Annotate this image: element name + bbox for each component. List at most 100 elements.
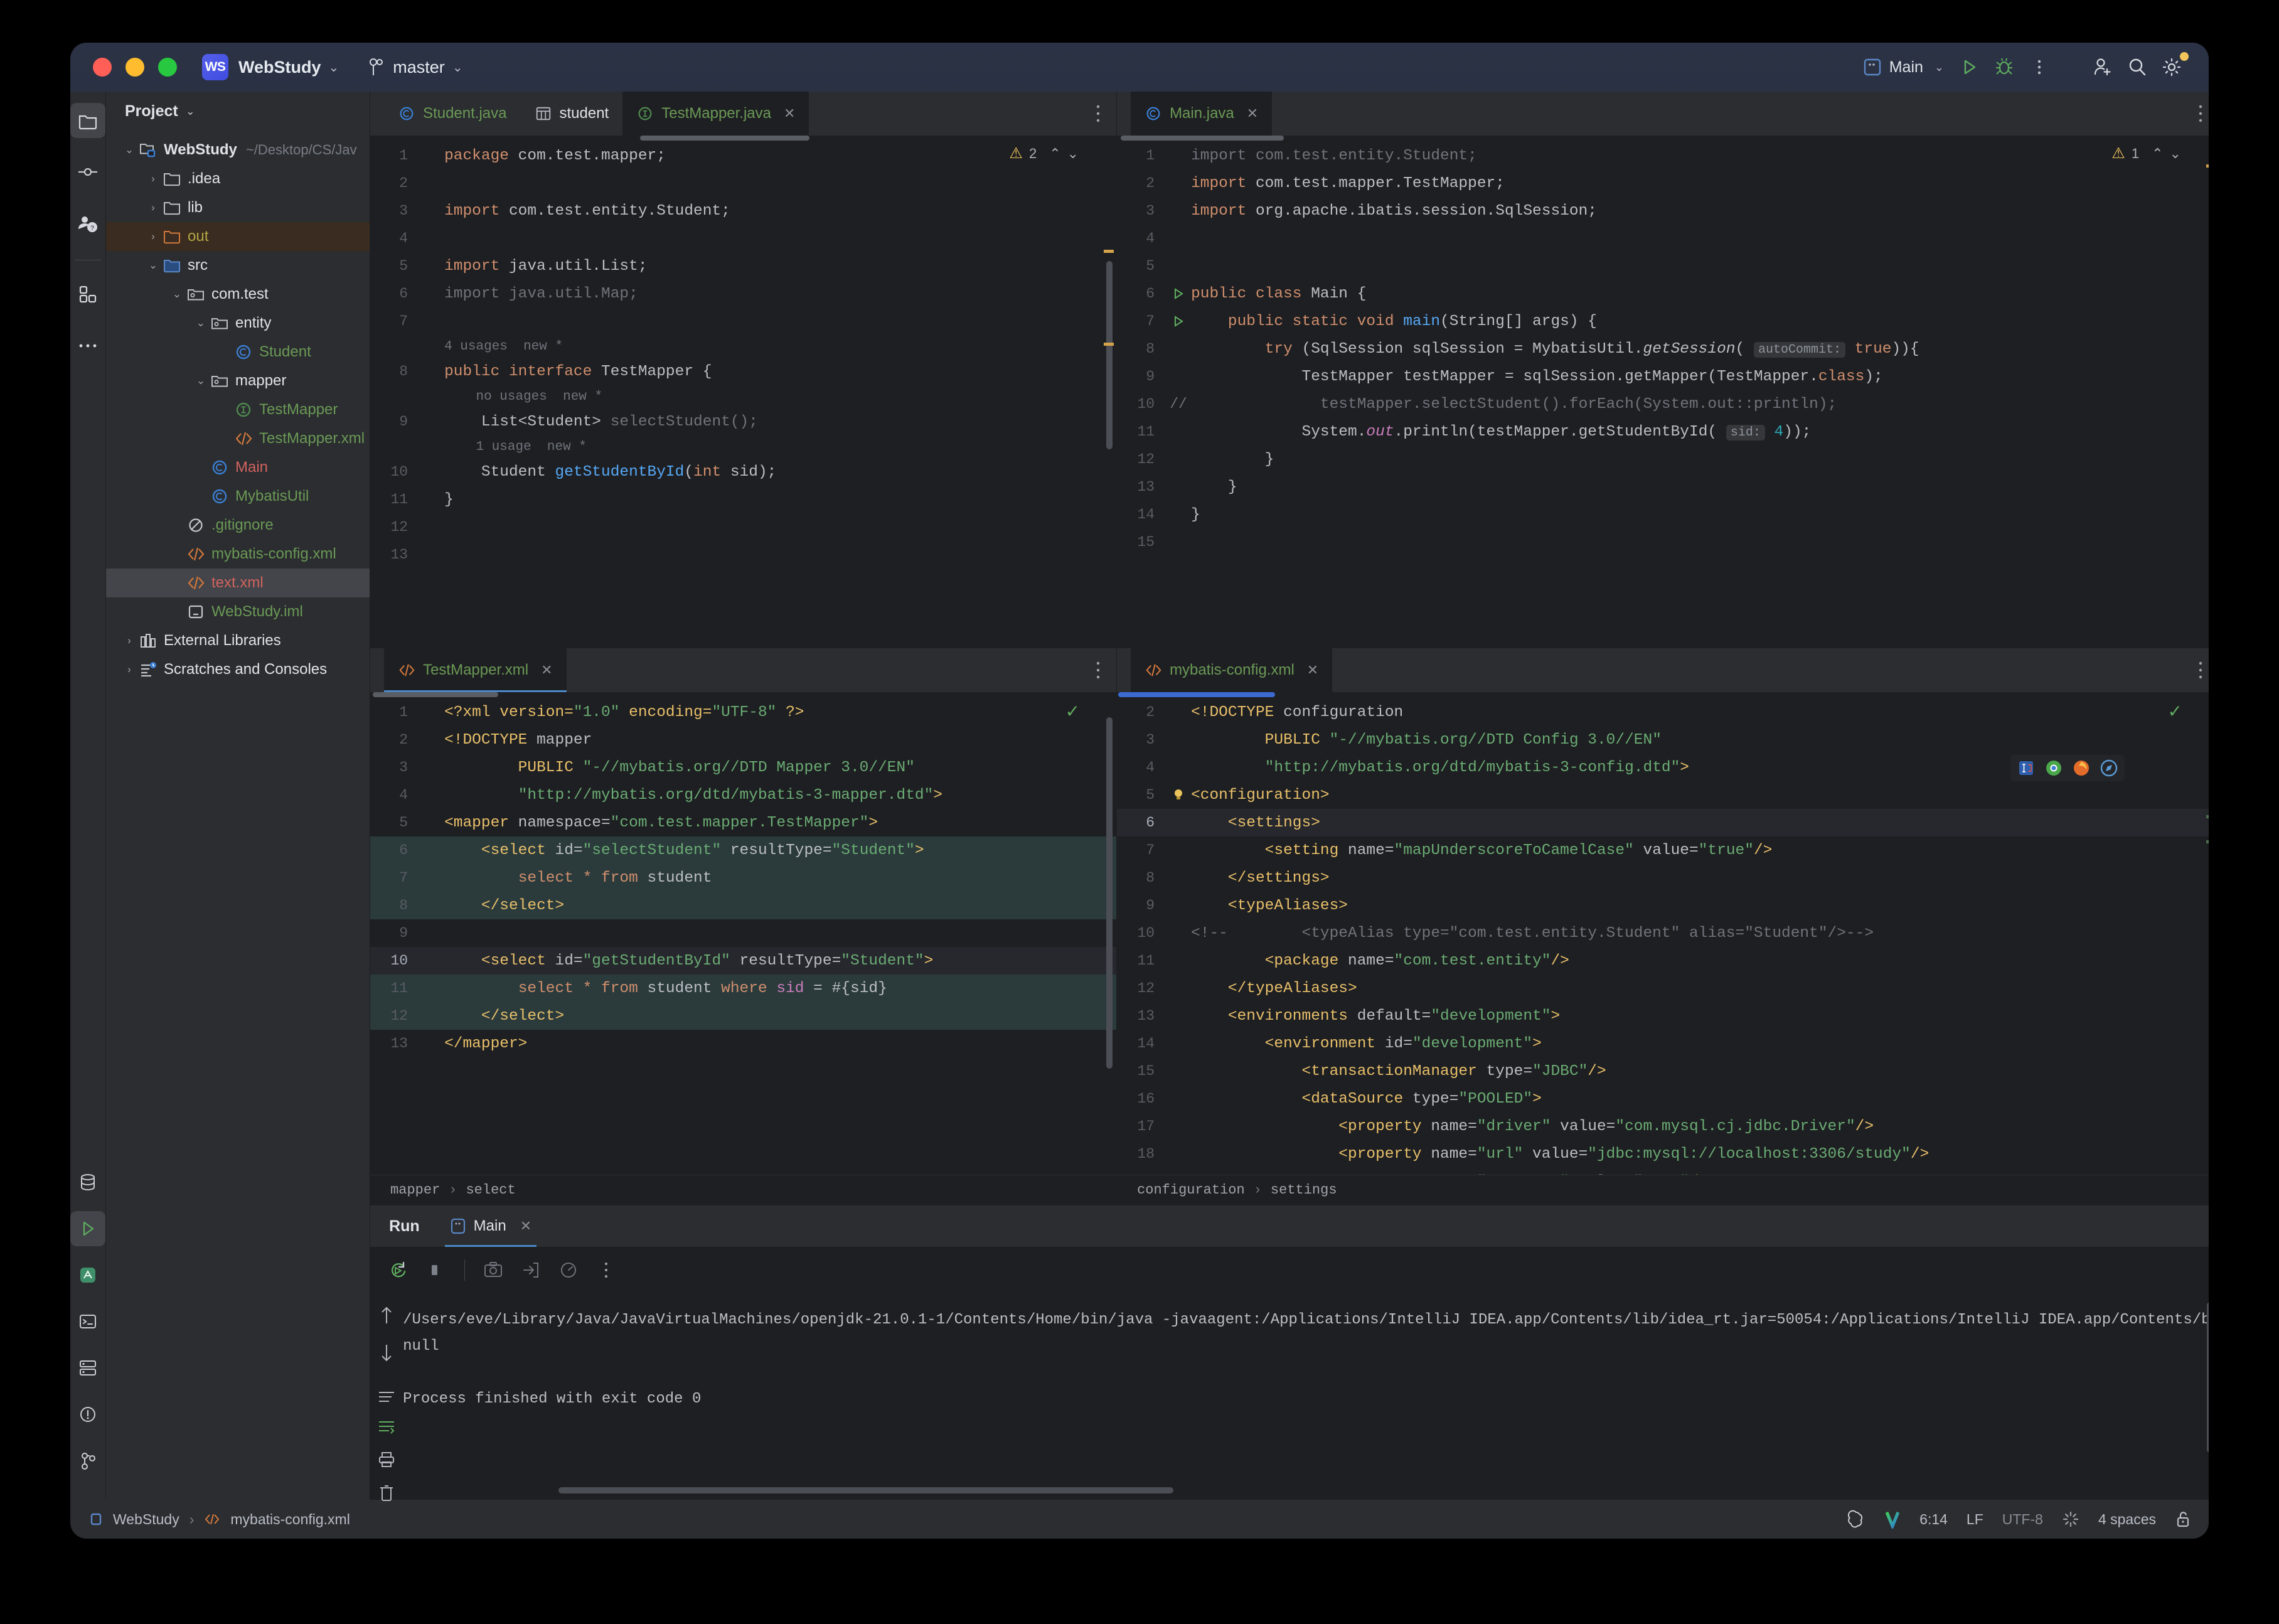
status-breadcrumb-file[interactable]: mybatis-config.xml — [230, 1511, 350, 1528]
openai-icon[interactable] — [1847, 1510, 1865, 1529]
code-line[interactable]: 15 <transactionManager type="JDBC"/> — [1117, 1057, 2209, 1085]
profiler-icon[interactable] — [552, 1253, 585, 1287]
project-selector[interactable]: WS WebStudy ⌄ — [202, 54, 339, 80]
tab-options-button[interactable] — [2197, 660, 2204, 681]
vpn-icon[interactable] — [1884, 1510, 1901, 1529]
close-icon[interactable]: ✕ — [520, 1218, 531, 1234]
tree-item-mybatisutil[interactable]: · MybatisUtil — [106, 482, 370, 511]
code-line[interactable]: 7 — [370, 307, 1116, 335]
trash-icon[interactable] — [378, 1484, 395, 1502]
tab-options-button[interactable] — [1095, 103, 1101, 124]
code-line[interactable]: 9 <typeAliases> — [1117, 892, 2209, 919]
console-output[interactable]: /Users/eve/Library/Java/JavaVirtualMachi… — [370, 1293, 2209, 1500]
lock-icon[interactable] — [2175, 1510, 2191, 1528]
breadcrumb-item[interactable]: settings — [1271, 1182, 1337, 1198]
sidebar-item-problems[interactable] — [70, 1397, 105, 1432]
chevron-down-icon[interactable]: ⌄ — [193, 375, 209, 387]
maximize-window-button[interactable] — [158, 58, 177, 77]
tab-options-button[interactable] — [2197, 103, 2204, 124]
code-line[interactable]: 17 <property name="driver" value="com.my… — [1117, 1113, 2209, 1140]
code-line[interactable]: 9 List<Student> selectStudent(); — [370, 408, 1116, 435]
code-line[interactable]: 13 <environments default="development"> — [1117, 1002, 2209, 1030]
sidebar-item-more[interactable] — [70, 328, 105, 363]
code-line[interactable]: 8 try (SqlSession sqlSession = MybatisUt… — [1117, 335, 2209, 363]
chevron-down-icon[interactable]: ⌄ — [169, 288, 185, 301]
console-scrollbar-vertical[interactable] — [2206, 1302, 2209, 1453]
inlay-hint[interactable]: no usages new * — [370, 385, 1116, 408]
tree-item-scratches-and-consoles[interactable]: › Scratches and Consoles — [106, 655, 370, 684]
chevron-right-icon[interactable]: › — [121, 634, 137, 647]
gutter-comment-slashes[interactable]: // — [1166, 396, 1191, 412]
sidebar-item-commit[interactable] — [70, 154, 105, 190]
print-icon[interactable] — [378, 1451, 395, 1468]
close-icon[interactable]: ✕ — [541, 662, 552, 678]
tree-item-testmapper-xml[interactable]: · TestMapper.xml — [106, 424, 370, 453]
console-side-toolbar[interactable] — [370, 1293, 403, 1502]
code-line[interactable]: 15 — [1117, 528, 2209, 556]
next-problem-button[interactable]: ⌄ — [2170, 146, 2181, 162]
close-icon[interactable]: ✕ — [1307, 662, 1318, 678]
code-line[interactable]: 6 <settings> — [1117, 809, 2209, 836]
tree-item-main[interactable]: · Main — [106, 453, 370, 482]
code-line[interactable]: 2 import com.test.mapper.TestMapper; — [1117, 169, 2209, 197]
breadcrumb-item[interactable]: configuration — [1137, 1182, 1245, 1198]
inspection-widget-top-left[interactable]: ⚠ 2 ⌃ ⌄ — [1009, 144, 1079, 163]
editor-testmapper-xml[interactable]: ✓ 1 <?xml version="1.0" encoding="UTF-8" … — [370, 692, 1117, 1175]
code-line[interactable]: 2 <!DOCTYPE mapper — [370, 726, 1116, 754]
chevron-right-icon[interactable]: › — [145, 230, 161, 243]
editor-scrollbar-vertical[interactable] — [1106, 717, 1113, 1069]
code-line[interactable]: 4 — [1117, 225, 2209, 252]
chevron-right-icon[interactable]: › — [145, 173, 161, 185]
editor-tab-student[interactable]: student — [521, 92, 623, 136]
rerun-button[interactable] — [382, 1253, 415, 1287]
code-line[interactable]: 12 </select> — [370, 1002, 1117, 1030]
code-line[interactable]: 3 import com.test.entity.Student; — [370, 197, 1116, 225]
arrow-up-icon[interactable] — [378, 1305, 395, 1326]
chevron-down-icon[interactable]: ⌄ — [186, 105, 195, 118]
tree-item-webstudy-iml[interactable]: · WebStudy.iml — [106, 597, 370, 626]
code-line[interactable]: 12 </typeAliases> — [1117, 975, 2209, 1002]
caret-position-label[interactable]: 6:14 — [1919, 1511, 1948, 1528]
code-line[interactable]: 10 // testMapper.selectStudent().forEach(… — [1117, 390, 2209, 418]
editor-mybatis-config-xml[interactable]: ✓ 2 <!DOCTYPE configuration 3 PUBLIC "-//m… — [1117, 692, 2209, 1175]
code-line[interactable]: 11 select * from student where sid = #{s… — [370, 975, 1117, 1002]
code-line[interactable]: 12 } — [1117, 446, 2209, 473]
code-line[interactable]: 18 <property name="url" value="jdbc:mysq… — [1117, 1140, 2209, 1168]
add-user-button[interactable] — [2084, 50, 2120, 85]
breadcrumb-item[interactable]: mapper — [390, 1182, 440, 1198]
debug-button[interactable] — [1987, 50, 2022, 85]
tree-item-src[interactable]: ⌄ src — [106, 251, 370, 280]
minimize-window-button[interactable] — [125, 58, 144, 77]
tab-strip-top-right[interactable]: Main.java ✕ — [1117, 92, 2209, 136]
code-line[interactable]: 3 import org.apache.ibatis.session.SqlSes… — [1117, 197, 2209, 225]
editor-tab-testmapper-java[interactable]: TestMapper.java ✕ — [622, 92, 809, 136]
sidebar-item-services[interactable] — [70, 1350, 105, 1386]
chevron-down-icon[interactable]: ⌄ — [121, 144, 137, 156]
sidebar-item-ai-assistant[interactable] — [70, 1258, 105, 1293]
code-line[interactable]: 2 <!DOCTYPE configuration — [1117, 698, 2209, 726]
line-separator-label[interactable]: LF — [1967, 1511, 1983, 1528]
code-line[interactable]: 16 <dataSource type="POOLED"> — [1117, 1085, 2209, 1113]
code-line[interactable]: 8 public interface TestMapper { — [370, 358, 1116, 385]
tab-strip-bottom-right[interactable]: mybatis-config.xml ✕ — [1117, 648, 2209, 692]
sidebar-item-version-control[interactable] — [70, 1443, 105, 1478]
code-line[interactable]: 7 select * from student — [370, 864, 1117, 892]
breadcrumb-bottom-right[interactable]: configuration › settings — [1117, 1175, 2209, 1205]
tree-item-mybatis-config-xml[interactable]: · mybatis-config.xml — [106, 540, 370, 569]
code-line[interactable]: 2 — [370, 169, 1116, 197]
encoding-label[interactable]: UTF-8 — [2002, 1511, 2043, 1528]
console-toolbar[interactable] — [370, 1247, 2209, 1293]
inlay-hint[interactable]: 1 usage new * — [370, 435, 1116, 458]
code-line[interactable]: 12 — [370, 513, 1116, 541]
code-line[interactable]: 5 <configuration> — [1117, 781, 2209, 809]
code-line[interactable]: 3 PUBLIC "-//mybatis.org//DTD Config 3.0… — [1117, 726, 2209, 754]
code-line[interactable]: 11 System.out.println(testMapper.getStud… — [1117, 418, 2209, 446]
tree-item-testmapper[interactable]: · TestMapper — [106, 395, 370, 424]
editor-tab-mybatis-config-xml[interactable]: mybatis-config.xml ✕ — [1131, 648, 1333, 692]
sidebar-item-project[interactable] — [70, 103, 105, 138]
breadcrumb-bottom-left[interactable]: mapper › select — [370, 1175, 1117, 1205]
code-line[interactable]: 6 import java.util.Map; — [370, 280, 1116, 307]
code-line[interactable]: 10 <select id="getStudentById" resultTyp… — [370, 947, 1117, 975]
branch-selector[interactable]: master ⌄ — [368, 57, 463, 77]
sidebar-item-terminal[interactable] — [70, 1304, 105, 1339]
